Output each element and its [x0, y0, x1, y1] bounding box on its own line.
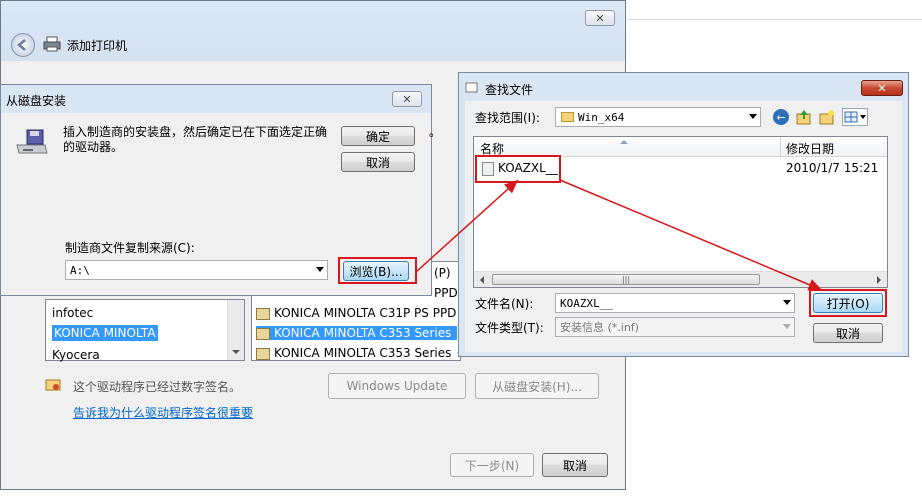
annotation-arrows — [415, 179, 823, 291]
arrow-file-to-open — [559, 179, 823, 291]
arrow-browse-to-file — [415, 179, 519, 273]
